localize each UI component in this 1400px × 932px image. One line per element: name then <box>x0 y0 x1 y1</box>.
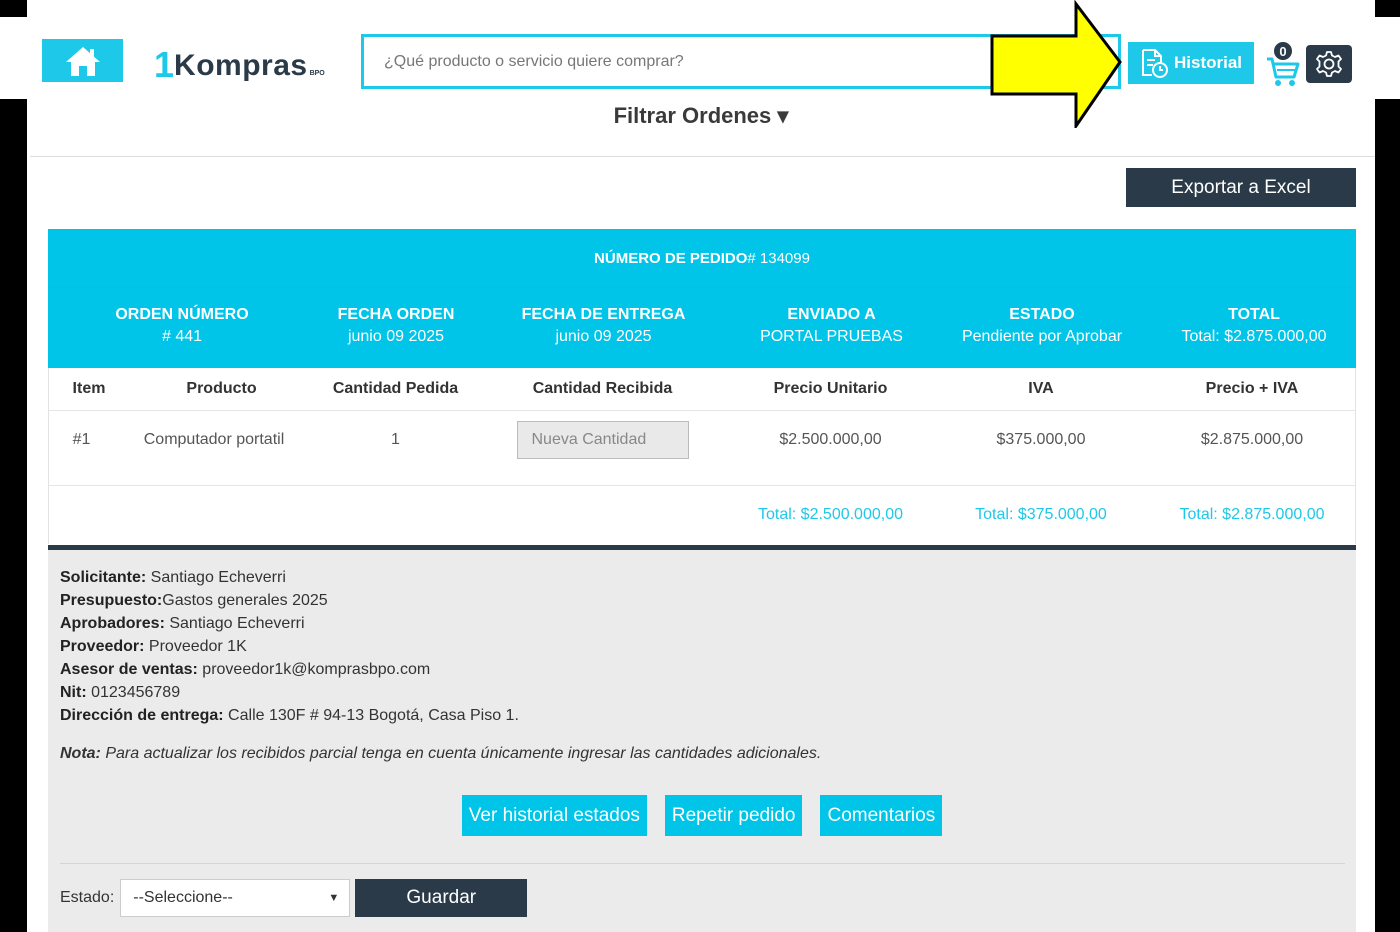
asesor-line: Asesor de ventas: proveedor1k@komprasbpo… <box>60 658 519 681</box>
logo[interactable]: 1 Kompras BPO <box>154 43 325 83</box>
estado-selected-value: --Seleccione-- <box>133 889 233 906</box>
meta-value: junio 09 2025 <box>347 328 445 345</box>
meta-value: Total: $2.875.000,00 <box>1181 328 1327 345</box>
cart-count-badge: 0 <box>1272 40 1294 62</box>
cell-producto: Computador portatil <box>143 431 285 448</box>
table-row: #1 Computador portatil 1 $2.500.000,00 $… <box>49 411 1355 486</box>
guardar-button[interactable]: Guardar <box>355 879 528 917</box>
proveedor-line: Proveedor: Proveedor 1K <box>60 635 519 658</box>
field-label: Asesor de ventas: <box>60 661 198 678</box>
meta-label: FECHA ORDEN <box>337 306 455 323</box>
total-precio-iva: Total: $2.875.000,00 <box>1179 506 1325 523</box>
field-label: Solicitante: <box>60 569 147 586</box>
meta-label: ESTADO <box>1009 306 1075 323</box>
cell-recibida <box>477 421 728 485</box>
total-iva: Total: $375.000,00 <box>975 506 1107 523</box>
meta-estado: ESTADO Pendiente por Aprobar <box>932 288 1152 368</box>
header: 1 Kompras BPO Historial 0 <box>0 17 1400 99</box>
meta-value: Pendiente por Aprobar <box>961 328 1123 345</box>
gear-icon <box>1316 51 1342 77</box>
column-header: Precio Unitario <box>773 380 888 397</box>
dropdown-arrow-icon: ▼ <box>328 892 340 904</box>
meta-orden-numero: ORDEN NÚMERO # 441 <box>48 288 316 368</box>
field-label: Aprobadores: <box>60 615 165 632</box>
history-label: Historial <box>1174 53 1243 72</box>
nota-text: Nota: Para actualizar los recibidos parc… <box>60 745 821 763</box>
pedido-value: # 134099 <box>747 249 810 267</box>
home-icon <box>65 46 100 76</box>
pedido-label: NÚMERO DE PEDIDO <box>594 249 748 267</box>
totals-row: Total: $2.500.000,00 Total: $375.000,00 … <box>49 486 1355 544</box>
cell-total: $2.875.000,00 <box>1200 431 1304 448</box>
filter-orders-toggle[interactable]: Filtrar Ordenes ▾ <box>27 103 1375 129</box>
field-label: Nit: <box>60 684 87 701</box>
cell-precio: $2.500.000,00 <box>779 431 882 448</box>
export-excel-button[interactable]: Exportar a Excel <box>1126 168 1356 207</box>
column-header: Producto <box>186 380 257 397</box>
meta-label: ENVIADO A <box>787 306 876 323</box>
field-value: Gastos generales 2025 <box>162 592 328 609</box>
cell-item: #1 <box>72 431 91 448</box>
presupuesto-line: Presupuesto:Gastos generales 2025 <box>60 589 519 612</box>
meta-total: TOTAL Total: $2.875.000,00 <box>1152 288 1356 368</box>
field-value: Santiago Echeverri <box>164 615 305 632</box>
meta-label: ORDEN NÚMERO <box>115 306 249 323</box>
column-header: IVA <box>1028 380 1054 397</box>
repetir-pedido-button[interactable]: Repetir pedido <box>664 795 803 836</box>
meta-label: FECHA DE ENTREGA <box>521 306 686 323</box>
cell-cantidad: 1 <box>391 431 400 448</box>
meta-value: PORTAL PRUEBAS <box>760 328 903 345</box>
solicitante-line: Solicitante: Santiago Echeverri <box>60 566 519 589</box>
ver-historial-button[interactable]: Ver historial estados <box>461 795 647 836</box>
order-meta: ORDEN NÚMERO # 441 FECHA ORDEN junio 09 … <box>48 288 1356 368</box>
order-number-header: NÚMERO DE PEDIDO # 134099 <box>48 229 1356 288</box>
aprobadores-line: Aprobadores: Santiago Echeverri <box>60 612 519 635</box>
nit-line: Nit: 0123456789 <box>60 681 519 704</box>
field-label: Presupuesto: <box>60 592 163 609</box>
table-header-row: Item Producto Cantidad Pedida Cantidad R… <box>49 368 1355 411</box>
nota-body: Para actualizar los recibidos parcial te… <box>100 745 822 762</box>
order-details: Solicitante: Santiago Echeverri Presupue… <box>60 566 519 727</box>
column-header: Item <box>72 380 106 397</box>
action-buttons: Ver historial estados Repetir pedido Com… <box>48 795 1356 836</box>
order-card: NÚMERO DE PEDIDO # 134099 ORDEN NÚMERO #… <box>48 229 1356 544</box>
total-precio: Total: $2.500.000,00 <box>757 506 903 523</box>
logo-mark: 1 <box>154 44 175 85</box>
meta-enviado-a: ENVIADO A PORTAL PRUEBAS <box>731 288 932 368</box>
logo-text: Kompras <box>174 49 308 82</box>
field-value: Proveedor 1K <box>144 638 247 655</box>
estado-label: Estado: <box>60 889 115 906</box>
meta-value: # 441 <box>161 328 203 345</box>
order-info-panel: Solicitante: Santiago Echeverri Presupue… <box>48 545 1356 932</box>
column-header: Precio + IVA <box>1205 380 1299 397</box>
column-header: Cantidad Pedida <box>332 380 459 397</box>
home-button[interactable] <box>42 39 123 82</box>
field-value: Santiago Echeverri <box>146 569 286 586</box>
logo-suffix: BPO <box>309 70 325 77</box>
estado-form: Estado: --Seleccione-- ▼ Guardar <box>60 879 528 917</box>
nueva-cantidad-input[interactable] <box>516 421 689 459</box>
order-items-table: Item Producto Cantidad Pedida Cantidad R… <box>48 368 1356 544</box>
cell-iva: $375.000,00 <box>996 431 1086 448</box>
meta-value: junio 09 2025 <box>555 328 652 345</box>
field-value: proveedor1k@komprasbpo.com <box>197 661 431 678</box>
meta-fecha-entrega: FECHA DE ENTREGA junio 09 2025 <box>476 288 731 368</box>
field-label: Proveedor: <box>60 638 145 655</box>
divider <box>30 156 1375 157</box>
divider <box>60 863 1345 864</box>
field-label: Dirección de entrega: <box>60 707 224 724</box>
nota-label: Nota: <box>60 745 101 762</box>
field-value: 0123456789 <box>86 684 181 701</box>
meta-label: TOTAL <box>1228 306 1280 323</box>
field-value: Calle 130F # 94-13 Bogotá, Casa Piso 1. <box>223 707 519 724</box>
comentarios-button[interactable]: Comentarios <box>820 795 943 836</box>
direccion-line: Dirección de entrega: Calle 130F # 94-13… <box>60 704 519 727</box>
column-header: Cantidad Recibida <box>532 380 673 397</box>
history-document-icon <box>1142 49 1168 78</box>
settings-button[interactable] <box>1306 45 1352 83</box>
history-button[interactable]: Historial <box>1128 42 1254 84</box>
meta-fecha-orden: FECHA ORDEN junio 09 2025 <box>316 288 476 368</box>
estado-select[interactable]: --Seleccione-- ▼ <box>120 879 351 917</box>
